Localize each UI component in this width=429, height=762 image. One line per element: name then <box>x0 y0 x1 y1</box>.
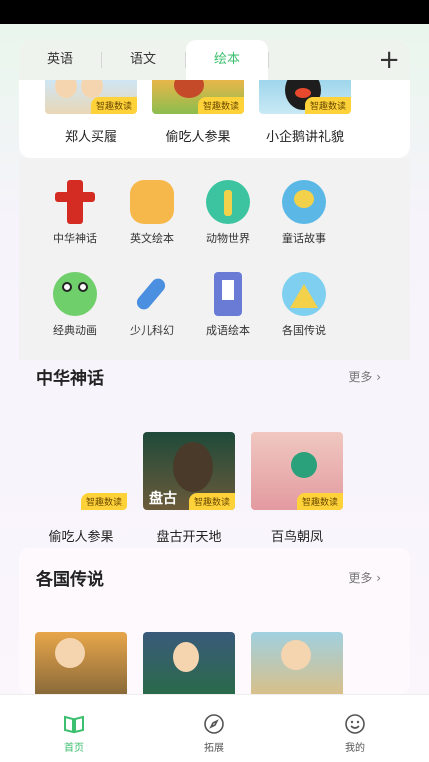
book-cover[interactable] <box>35 632 127 694</box>
top-card: 英语 语文 绘本 + 智趣数读 智趣数读 智趣数读 郑人买履 偷吃人参果 小企鹅… <box>19 40 410 158</box>
tab-english[interactable]: 英语 <box>19 40 101 80</box>
status-bar <box>0 0 429 24</box>
book-title[interactable]: 偷吃人参果 <box>21 526 141 545</box>
cover-text: 盘古 <box>149 491 177 507</box>
category-label: 成语绘本 <box>206 324 250 337</box>
category-panel: 中华神话 英文绘本 动物世界 童话故事 经典动画 少儿科幻 成语绘本 各国传说 <box>19 158 410 360</box>
book-cover[interactable]: 智趣数读 <box>259 80 351 114</box>
category-label: 动物世界 <box>206 232 250 245</box>
nav-home[interactable]: 首页 <box>44 713 104 754</box>
nav-mine[interactable]: 我的 <box>325 713 385 754</box>
bottom-nav: 首页 拓展 我的 <box>0 694 429 762</box>
book-title[interactable]: 百鸟朝凤 <box>237 526 357 545</box>
tab-bar: 英语 语文 绘本 + <box>19 40 410 80</box>
zhiqu-badge: 智趣数读 <box>296 493 343 510</box>
category-label: 经典动画 <box>53 324 97 337</box>
tab-divider <box>268 52 269 68</box>
frog-icon <box>53 272 97 316</box>
nav-label: 首页 <box>64 743 84 754</box>
book-title[interactable]: 郑人买履 <box>31 126 151 145</box>
compass-icon <box>203 713 225 735</box>
book-title[interactable]: 小企鹅讲礼貌 <box>245 126 365 145</box>
zhiqu-badge: 智趣数读 <box>197 97 244 114</box>
category-item[interactable]: 中华神话 <box>40 180 110 246</box>
category-item[interactable]: 英文绘本 <box>117 180 187 246</box>
smile-icon <box>344 713 366 735</box>
book-cover[interactable]: 盘古 智趣数读 <box>143 432 235 510</box>
book-open-icon <box>63 713 85 735</box>
zhiqu-badge: 智趣数读 <box>188 493 235 510</box>
category-label: 英文绘本 <box>130 232 174 245</box>
category-item[interactable]: 童话故事 <box>269 180 339 246</box>
giraffe-icon <box>206 180 250 224</box>
add-tab-icon[interactable]: + <box>378 46 400 74</box>
book-cover[interactable]: 智趣数读 <box>152 80 244 114</box>
book-cover[interactable] <box>143 632 235 694</box>
pillar-icon <box>53 180 97 224</box>
more-link[interactable]: 更多 › <box>348 368 381 385</box>
category-label: 中华神话 <box>53 232 97 245</box>
section-title: 中华神话 <box>36 369 104 389</box>
category-label: 童话故事 <box>282 232 326 245</box>
cheese-icon <box>130 180 174 224</box>
category-item[interactable]: 经典动画 <box>40 272 110 338</box>
category-label: 各国传说 <box>282 324 326 337</box>
rocket-icon <box>130 272 174 316</box>
category-item[interactable]: 动物世界 <box>193 180 263 246</box>
book-title[interactable]: 盘古开天地 <box>129 526 249 545</box>
book-cover[interactable]: 智趣数读 <box>45 80 137 114</box>
zhiqu-badge: 智趣数读 <box>304 97 351 114</box>
zhiqu-badge: 智趣数读 <box>80 493 127 510</box>
nav-label: 拓展 <box>204 743 224 754</box>
book-title[interactable]: 偷吃人参果 <box>138 126 258 145</box>
book-icon <box>206 272 250 316</box>
more-link[interactable]: 更多 › <box>348 569 381 586</box>
tab-chinese[interactable]: 语文 <box>102 40 184 80</box>
category-item[interactable]: 各国传说 <box>269 272 339 338</box>
unicorn-icon <box>282 180 326 224</box>
category-item[interactable]: 少儿科幻 <box>117 272 187 338</box>
nav-label: 我的 <box>345 743 365 754</box>
book-cover[interactable] <box>251 632 343 694</box>
top-book-row: 智趣数读 智趣数读 智趣数读 郑人买履 偷吃人参果 小企鹅讲礼貌 <box>19 80 410 158</box>
nav-explore[interactable]: 拓展 <box>184 713 244 754</box>
tab-picture-book[interactable]: 绘本 <box>186 40 268 80</box>
category-label: 少儿科幻 <box>130 324 174 337</box>
book-cover[interactable]: 智趣数读 <box>251 432 343 510</box>
pyramid-icon <box>282 272 326 316</box>
book-cover[interactable]: 智趣数读 <box>35 432 127 510</box>
category-item[interactable]: 成语绘本 <box>193 272 263 338</box>
section-title: 各国传说 <box>36 570 104 590</box>
zhiqu-badge: 智趣数读 <box>90 97 137 114</box>
